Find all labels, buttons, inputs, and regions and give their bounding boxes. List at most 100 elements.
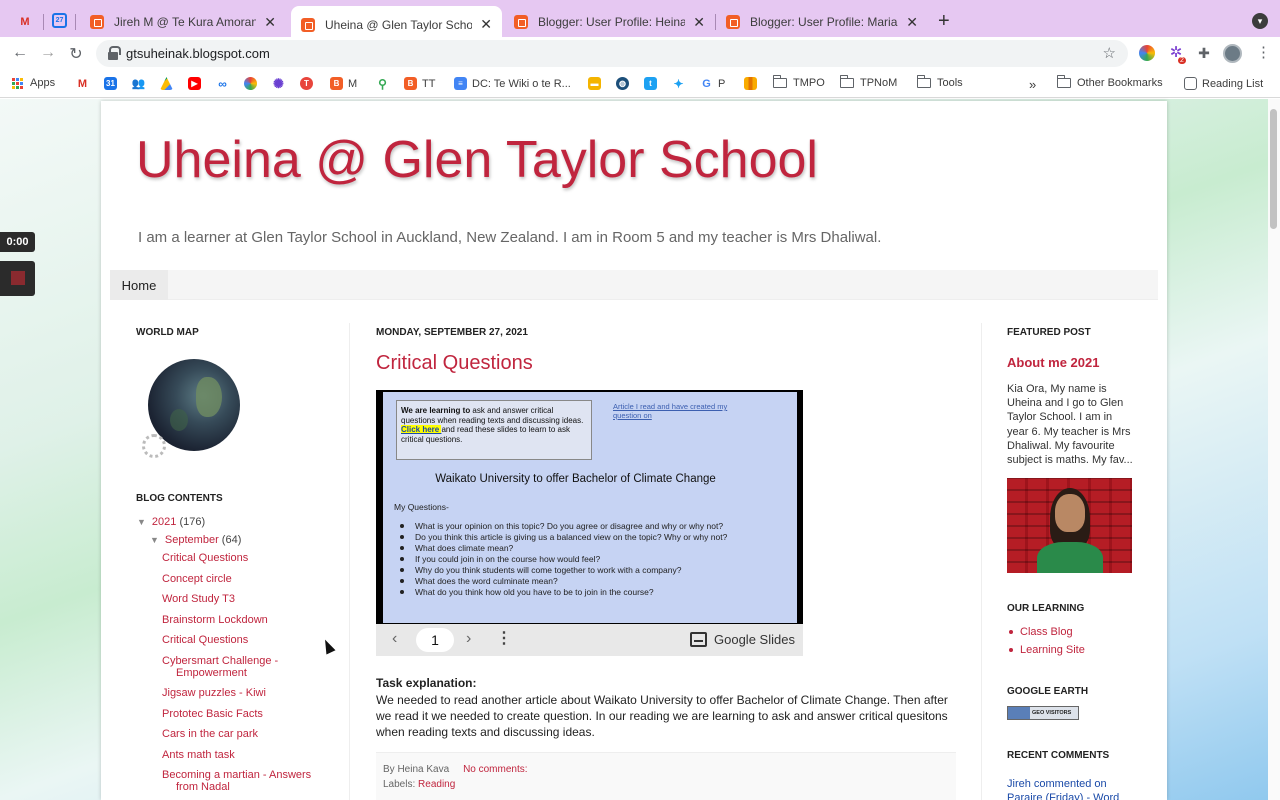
- map-thumbnail-icon: [1008, 707, 1030, 719]
- archive-year-link[interactable]: 2021: [152, 516, 176, 528]
- bookmark-yellow[interactable]: ▬: [588, 77, 606, 90]
- more-vertical-icon[interactable]: ⋮: [496, 628, 512, 648]
- bookmark-contacts[interactable]: 👥: [132, 77, 150, 90]
- tab-jireh[interactable]: Jireh M @ Te Kura Amorangi o ✕: [80, 6, 286, 38]
- bookmark-twitter-square[interactable]: t: [644, 77, 662, 90]
- archive-post-line[interactable]: Cybersmart Challenge -: [162, 655, 278, 667]
- extension-color-icon[interactable]: [1139, 45, 1155, 61]
- reload-icon[interactable]: ↻: [65, 44, 87, 64]
- chevron-right-icon[interactable]: ›: [466, 630, 471, 648]
- keep-icon: ▬: [588, 77, 601, 90]
- close-icon[interactable]: ✕: [906, 14, 918, 31]
- lock-icon[interactable]: [108, 46, 121, 60]
- bookmark-twitter[interactable]: ✦: [672, 77, 690, 91]
- post-title[interactable]: Critical Questions: [376, 352, 533, 375]
- profile-avatar[interactable]: [1223, 44, 1242, 63]
- address-bar[interactable]: gtsuheinak.blogspot.com ☆: [96, 40, 1128, 67]
- bookmark-folder-tmpo[interactable]: TMPO: [772, 75, 825, 89]
- bookmark-drive[interactable]: [160, 77, 178, 90]
- close-icon[interactable]: ✕: [264, 14, 276, 31]
- bookmark-star-icon[interactable]: ☆: [1103, 44, 1116, 62]
- bookmark-folder-tools[interactable]: Tools: [916, 75, 963, 89]
- recorder-stop-button[interactable]: [0, 261, 35, 296]
- calendar-icon[interactable]: 27: [52, 13, 67, 28]
- bookmark-m[interactable]: BM: [330, 77, 357, 90]
- tab-maria-profile[interactable]: Blogger: User Profile: Maria Kr ✕: [716, 6, 928, 38]
- tab-search-icon[interactable]: ▾: [1252, 13, 1268, 29]
- bookmark-calendar[interactable]: 31: [104, 77, 122, 90]
- gmail-icon[interactable]: M: [16, 13, 34, 31]
- blog-title[interactable]: Uheina @ Glen Taylor School: [136, 130, 818, 190]
- archive-post-link[interactable]: Cybersmart Challenge - Empowerment: [162, 655, 322, 679]
- tab-heina-profile[interactable]: Blogger: User Profile: Heina Ka ✕: [504, 6, 715, 38]
- bookmark-p[interactable]: GP: [700, 77, 725, 90]
- lo-bold: We are learning to: [401, 406, 471, 415]
- click-here-link[interactable]: Click here: [401, 425, 442, 434]
- twitter-square-icon: t: [644, 77, 657, 90]
- comments-link[interactable]: No comments:: [463, 764, 527, 775]
- url-text[interactable]: gtsuheinak.blogspot.com: [126, 46, 270, 61]
- extension-badge: 2: [1178, 57, 1186, 64]
- archive-post-link[interactable]: Brainstorm Lockdown: [162, 614, 322, 626]
- bookmark-tt[interactable]: B TT: [404, 77, 435, 90]
- archive-post-link[interactable]: Prototec Basic Facts: [162, 708, 322, 720]
- bookmark-apps[interactable]: Apps: [12, 77, 55, 89]
- reading-list[interactable]: Reading List: [1184, 77, 1263, 90]
- archive-year[interactable]: ▼ 2021 (176): [137, 516, 205, 528]
- bookmark-youtube[interactable]: ▶: [188, 77, 206, 90]
- bookmarks-overflow-icon[interactable]: »: [1029, 77, 1036, 92]
- bookmark-pinwheel[interactable]: [244, 77, 262, 90]
- archive-post-link[interactable]: Critical Questions: [162, 552, 322, 564]
- menu-icon[interactable]: ⋮: [1256, 43, 1271, 61]
- close-icon[interactable]: ✕: [480, 16, 492, 33]
- chevron-left-icon[interactable]: ‹: [392, 630, 397, 648]
- learning-site-link[interactable]: Learning Site: [1009, 644, 1085, 662]
- bookmark-label: TT: [422, 77, 436, 90]
- post-labels: Labels: Reading: [383, 779, 455, 790]
- bookmark-maps[interactable]: ⚲: [376, 77, 394, 91]
- bookmark-dc[interactable]: ≡ DC: Te Wiki o te R...: [454, 77, 571, 90]
- archive-post-line[interactable]: Becoming a martian - Answers: [162, 769, 311, 781]
- archive-post-link[interactable]: Jigsaw puzzles - Kiwi: [162, 687, 322, 699]
- bookmark-folder-other[interactable]: Other Bookmarks: [1056, 75, 1163, 89]
- extensions-icon[interactable]: ✚: [1196, 45, 1212, 61]
- recent-comment-link[interactable]: Jireh commented on Paraire (Friday) - Wo…: [1007, 777, 1132, 800]
- archive-post-link[interactable]: Concept circle: [162, 573, 322, 585]
- archive-post-line[interactable]: from Nadal: [162, 781, 322, 793]
- bookmark-label: M: [348, 77, 358, 90]
- class-blog-link[interactable]: Class Blog: [1009, 626, 1085, 644]
- bookmark-red-circle[interactable]: T: [300, 77, 318, 90]
- archive-month-link[interactable]: September: [165, 534, 219, 546]
- archive-post-line[interactable]: Empowerment: [162, 667, 322, 679]
- archive-post-link[interactable]: Cars in the car park: [162, 728, 322, 740]
- forward-icon[interactable]: →: [37, 44, 59, 62]
- page-scrollbar[interactable]: [1268, 99, 1280, 800]
- nav-home-tab[interactable]: Home: [110, 270, 168, 300]
- back-icon[interactable]: ←: [9, 44, 31, 62]
- geo-visitors-badge[interactable]: GEO VISITORS: [1007, 706, 1079, 720]
- bookmark-gmail[interactable]: M: [76, 77, 94, 90]
- archive-post-link[interactable]: Becoming a martian - Answers from Nadal: [162, 769, 322, 793]
- archive-month[interactable]: ▼ September (64): [150, 534, 241, 546]
- bookmark-analytics[interactable]: [744, 77, 762, 90]
- bookmark-meet[interactable]: ∞: [216, 77, 234, 91]
- featured-post-title[interactable]: About me 2021: [1007, 355, 1099, 370]
- archive-post-link[interactable]: Critical Questions: [162, 634, 322, 646]
- post-author[interactable]: Heina Kava: [397, 764, 449, 775]
- google-slides-label[interactable]: Google Slides: [714, 632, 795, 647]
- label-link[interactable]: Reading: [418, 779, 455, 790]
- slide-page-number[interactable]: 1: [416, 628, 454, 652]
- new-tab-icon[interactable]: +: [938, 10, 950, 33]
- scrollbar-thumb[interactable]: [1270, 109, 1277, 229]
- close-icon[interactable]: ✕: [693, 14, 705, 31]
- featured-post-image[interactable]: [1007, 478, 1132, 573]
- triangle-down-icon[interactable]: ▼: [137, 517, 146, 527]
- bookmark-globe[interactable]: ◍: [616, 77, 634, 90]
- bookmark-purple-star[interactable]: ✺: [272, 76, 290, 91]
- triangle-down-icon[interactable]: ▼: [150, 535, 159, 545]
- archive-post-link[interactable]: Word Study T3: [162, 593, 322, 605]
- google-slides-icon[interactable]: [690, 632, 707, 647]
- bookmark-folder-tpnom[interactable]: TPNoM: [839, 75, 897, 89]
- article-link[interactable]: Article I read and have created my quest…: [613, 402, 753, 420]
- archive-post-link[interactable]: Ants math task: [162, 749, 322, 761]
